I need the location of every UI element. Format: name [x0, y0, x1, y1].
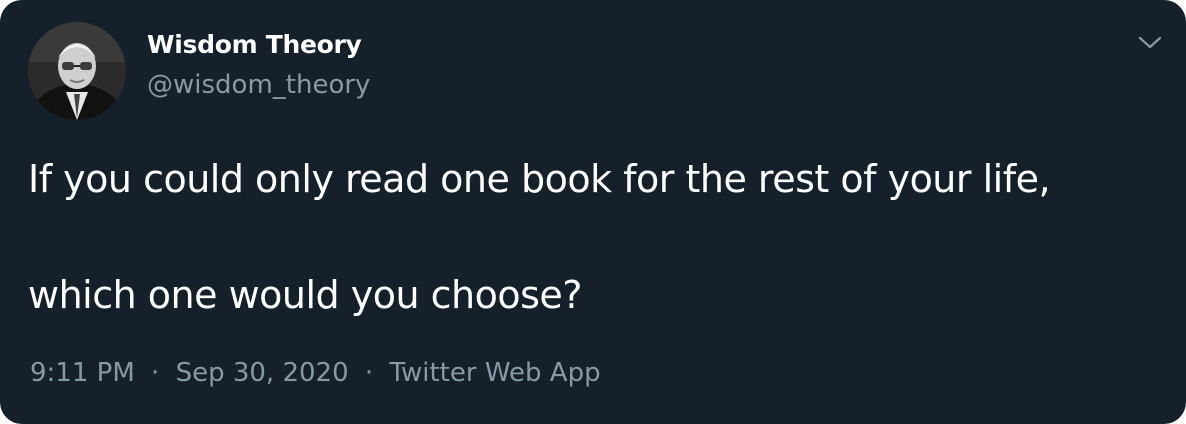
tweet-text-line: which one would you choose?: [28, 273, 582, 317]
tweet-text-line: If you could only read one book for the …: [28, 157, 1051, 201]
meta-separator: ·: [151, 358, 160, 388]
tweet-card: Wisdom Theory @wisdom_theory If you coul…: [0, 0, 1186, 424]
author-display-name[interactable]: Wisdom Theory: [147, 30, 362, 59]
chevron-down-icon[interactable]: [1136, 30, 1164, 54]
author-handle[interactable]: @wisdom_theory: [147, 70, 370, 100]
meta-separator: ·: [364, 358, 374, 388]
avatar-portrait-icon: [28, 22, 126, 120]
tweet-time[interactable]: 9:11 PM: [30, 358, 135, 388]
tweet-date[interactable]: Sep 30, 2020: [176, 358, 349, 388]
tweet-metadata: 9:11 PM · Sep 30, 2020 · Twitter Web App: [30, 358, 601, 388]
tweet-text: If you could only read one book for the …: [28, 150, 1168, 324]
tweet-source[interactable]: Twitter Web App: [389, 358, 600, 388]
author-avatar[interactable]: [28, 22, 126, 120]
